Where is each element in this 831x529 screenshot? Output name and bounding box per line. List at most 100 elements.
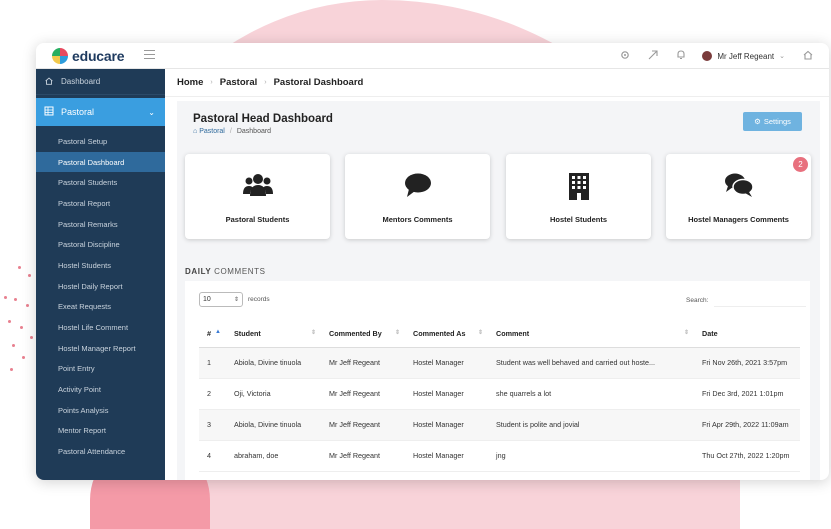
sidebar-item-pastoral-remarks[interactable]: Pastoral Remarks (36, 214, 165, 235)
cell-student: abraham, doe (226, 440, 321, 472)
sidebar-submenu: Pastoral Setup Pastoral Dashboard Pastor… (36, 131, 165, 462)
card-label: Pastoral Students (225, 215, 290, 224)
comment-icon (345, 172, 490, 204)
breadcrumb-current: Pastoral Dashboard (273, 77, 364, 88)
sidebar-item-pastoral-dashboard[interactable]: Pastoral Dashboard (36, 151, 165, 173)
breadcrumb-home[interactable]: Home (177, 77, 203, 88)
card-label: Mentors Comments (382, 215, 453, 224)
page-crumb-home[interactable]: ⌂ Pastoral (193, 128, 225, 135)
table-row[interactable]: 2 Oji, Victoria Mr Jeff Regeant Hostel M… (199, 378, 800, 410)
menu-toggle-icon[interactable] (144, 50, 155, 59)
sidebar-item-dashboard[interactable]: Dashboard (36, 69, 165, 95)
sort-asc-icon: ▲ (215, 329, 221, 335)
home-icon (44, 76, 54, 88)
chevron-down-icon: ⌄ (148, 107, 155, 117)
settings-button[interactable]: ⚙ Settings (743, 112, 802, 131)
cell-student: Oji, Victoria (226, 378, 321, 410)
rocket-icon[interactable] (646, 49, 660, 63)
building-icon (506, 172, 651, 206)
user-name: Mr Jeff Regeant (717, 51, 775, 61)
cell-comment: jng (488, 440, 694, 472)
bell-icon[interactable] (674, 49, 688, 63)
sidebar-item-activity-point[interactable]: Activity Point (36, 379, 165, 400)
sidebar: Dashboard Pastoral ⌄ Pastoral Setup Past… (36, 69, 165, 480)
notification-badge: 2 (793, 157, 808, 172)
card-hostel-students[interactable]: Hostel Students (506, 154, 651, 239)
section-title: DAILY COMMENTS (185, 267, 266, 276)
cell-number: 1 (199, 347, 226, 379)
table-row[interactable]: 3 Abiola, Divine tinuola Mr Jeff Regeant… (199, 409, 800, 441)
page-crumb-home-label: Pastoral (199, 128, 225, 135)
cell-date: Thu Oct 27th, 2022 1:20pm (694, 440, 800, 472)
comments-panel: 10 ⇕ records Search: # ▲ Student ⇕ Comment… (185, 281, 810, 480)
column-header-label: Student (234, 328, 261, 338)
cell-date: Fri Nov 26th, 2021 3:57pm (694, 347, 800, 379)
sort-icon: ⇕ (394, 330, 400, 336)
sidebar-item-pastoral-discipline[interactable]: Pastoral Discipline (36, 234, 165, 255)
breadcrumb-pastoral[interactable]: Pastoral (220, 77, 258, 88)
logo[interactable]: educare (52, 48, 124, 64)
home-icon[interactable] (801, 49, 815, 63)
sidebar-section-pastoral[interactable]: Pastoral ⌄ (36, 98, 165, 126)
page-breadcrumb: ⌂ Pastoral / Dashboard (193, 128, 271, 135)
sidebar-item-pastoral-report[interactable]: Pastoral Report (36, 193, 165, 214)
search-label: Search: (686, 297, 709, 304)
sidebar-item-pastoral-setup[interactable]: Pastoral Setup (36, 131, 165, 152)
cell-date: Fri Apr 29th, 2022 11:09am (694, 409, 800, 441)
card-label: Hostel Students (549, 215, 608, 224)
sidebar-item-exeat-requests[interactable]: Exeat Requests (36, 297, 165, 318)
comments-table: # ▲ Student ⇕ Commented By ⇕ Commented As ⇕ … (199, 320, 800, 472)
section-title-bold: DAILY (185, 267, 212, 276)
column-header-date[interactable]: Date (694, 320, 800, 348)
cell-comment: Student is polite and jovial (488, 409, 694, 441)
sidebar-item-hostel-students[interactable]: Hostel Students (36, 255, 165, 276)
sidebar-item-point-entry[interactable]: Point Entry (36, 359, 165, 380)
cell-commented-by: Mr Jeff Regeant (321, 409, 405, 441)
search-input[interactable] (714, 292, 806, 307)
page-length-value: 10 (203, 296, 211, 303)
column-header-commented-as[interactable]: Commented As ⇕ (405, 320, 488, 348)
column-header-label: Commented By (329, 328, 382, 338)
card-mentors-comments[interactable]: Mentors Comments (345, 154, 490, 239)
cell-number: 2 (199, 378, 226, 410)
page-crumb-current: Dashboard (236, 128, 272, 135)
cell-commented-by: Mr Jeff Regeant (321, 347, 405, 379)
crumb-slash: / (229, 128, 232, 135)
cell-comment: she quarrels a lot (488, 378, 694, 410)
marketing-stage: educare Mr Jeff Regeant ⌄ Dashboard Past… (0, 0, 831, 529)
sidebar-item-hostel-life-comment[interactable]: Hostel Life Comment (36, 317, 165, 338)
sidebar-item-hostel-manager-report[interactable]: Hostel Manager Report (36, 338, 165, 359)
gear-icon[interactable] (618, 49, 632, 63)
card-pastoral-students[interactable]: Pastoral Students (185, 154, 330, 239)
decorative-dots (0, 260, 40, 380)
sidebar-item-pastoral-students[interactable]: Pastoral Students (36, 172, 165, 193)
card-hostel-managers-comments[interactable]: 2 Hostel Managers Comments (666, 154, 811, 239)
column-header-student[interactable]: Student ⇕ (226, 320, 321, 348)
section-title-rest: COMMENTS (211, 267, 266, 276)
cell-commented-as: Hostel Manager (405, 347, 488, 379)
breadcrumb: Home › Pastoral › Pastoral Dashboard (165, 69, 829, 97)
column-header-label: Comment (496, 328, 530, 338)
sidebar-item-mentor-report[interactable]: Mentor Report (36, 421, 165, 442)
cell-number: 4 (199, 440, 226, 472)
cell-commented-as: Hostel Manager (405, 409, 488, 441)
column-header-number[interactable]: # ▲ (199, 320, 226, 348)
top-bar: educare Mr Jeff Regeant ⌄ (36, 43, 829, 69)
column-header-commented-by[interactable]: Commented By ⇕ (321, 320, 405, 348)
table-row[interactable]: 4 abraham, doe Mr Jeff Regeant Hostel Ma… (199, 440, 800, 472)
column-header-comment[interactable]: Comment ⇕ (488, 320, 694, 348)
sidebar-item-hostel-daily-report[interactable]: Hostel Daily Report (36, 276, 165, 297)
card-label: Hostel Managers Comments (688, 215, 789, 224)
sidebar-item-points-analysis[interactable]: Points Analysis (36, 400, 165, 421)
user-menu[interactable]: Mr Jeff Regeant ⌄ (702, 51, 785, 61)
sort-icon: ⇕ (683, 330, 689, 336)
chevron-updown-icon: ⇕ (233, 297, 239, 303)
table-row[interactable]: 1 Abiola, Divine tinuola Mr Jeff Regeant… (199, 347, 800, 379)
cell-commented-as: Hostel Manager (405, 378, 488, 410)
breadcrumb-separator-icon: › (210, 79, 213, 86)
page-length-select[interactable]: 10 ⇕ (199, 292, 243, 307)
column-header-label: Date (702, 328, 718, 338)
sidebar-item-pastoral-attendance[interactable]: Pastoral Attendance (36, 441, 165, 462)
sidebar-section-label: Pastoral (61, 107, 95, 117)
cell-commented-by: Mr Jeff Regeant (321, 440, 405, 472)
